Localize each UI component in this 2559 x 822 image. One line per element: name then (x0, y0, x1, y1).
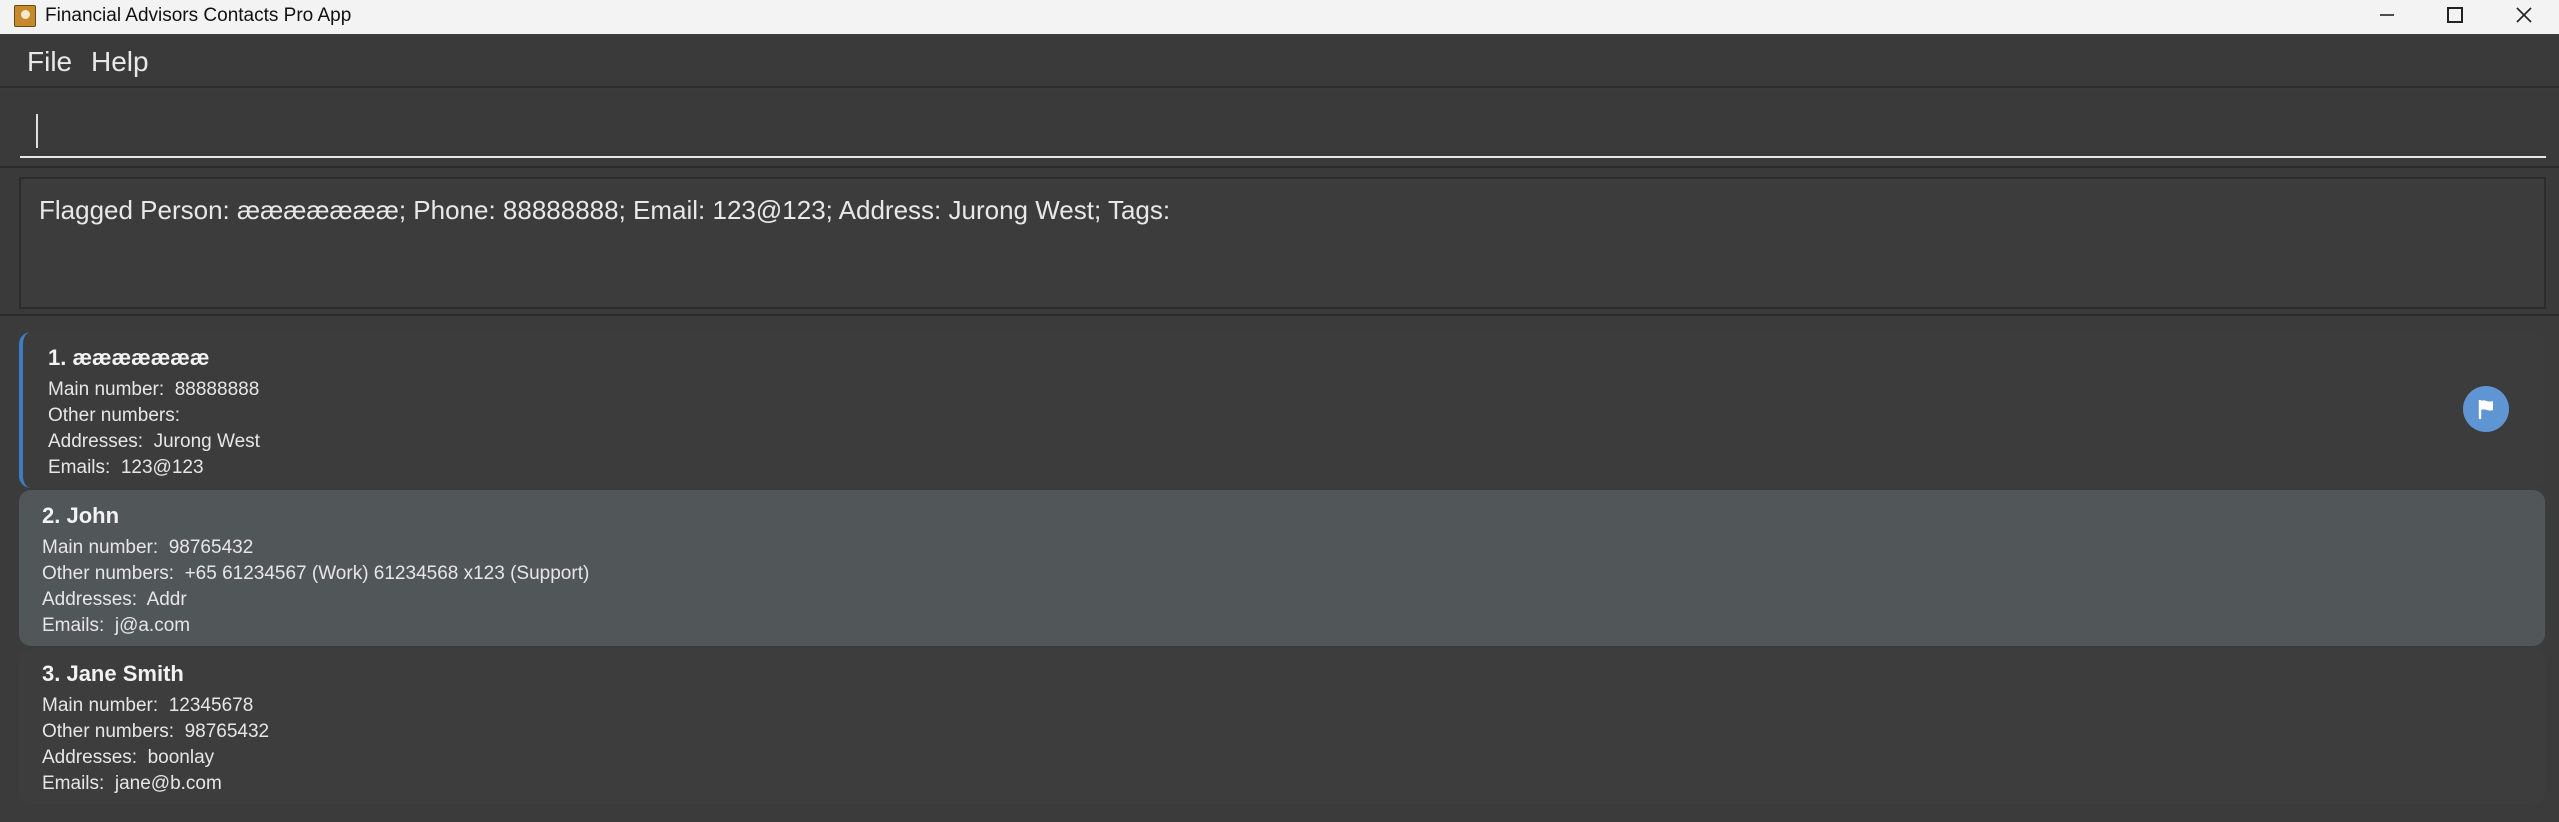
addresses-label: Addresses: (42, 589, 138, 610)
close-button[interactable] (2489, 0, 2559, 30)
addresses-row: Addresses: boonlay (42, 746, 214, 770)
addresses-label: Addresses: (42, 747, 138, 768)
person-card[interactable]: 3. Jane Smith Main number: 12345678 Othe… (19, 648, 2545, 804)
person-name: 2. John (42, 503, 120, 528)
command-input[interactable] (20, 100, 2546, 158)
result-display-area: Flagged Person: æææææææ; Phone: 88888888… (0, 166, 2559, 316)
addresses-label: Addresses: (48, 431, 144, 452)
main-number-row: Main number: 98765432 (42, 536, 253, 560)
main-number-value: 12345678 (168, 695, 254, 716)
person-name: 3. Jane Smith (42, 661, 184, 686)
maximize-icon (2447, 7, 2463, 23)
emails-label: Emails: (42, 773, 105, 794)
main-number-row: Main number: 88888888 (48, 378, 259, 402)
minimize-icon (2380, 14, 2394, 16)
addresses-value: Addr (146, 589, 187, 610)
addresses-row: Addresses: Jurong West (48, 430, 260, 454)
emails-value: j@a.com (114, 615, 191, 636)
addresses-value: boonlay (147, 747, 215, 768)
menu-help[interactable]: Help (91, 46, 149, 78)
other-numbers-row: Other numbers: 98765432 (42, 720, 269, 744)
person-name: 1. æææææææ (48, 345, 210, 370)
main-number-row: Main number: 12345678 (42, 694, 253, 718)
emails-label: Emails: (42, 615, 105, 636)
other-numbers-value: 98765432 (184, 721, 270, 742)
other-numbers-row: Other numbers: +65 61234567 (Work) 61234… (42, 562, 589, 586)
close-icon (2516, 7, 2532, 23)
other-numbers-label: Other numbers: (42, 721, 174, 742)
maximize-button[interactable] (2420, 0, 2490, 30)
addresses-value: Jurong West (153, 431, 260, 452)
menu-bar: File Help (0, 34, 2559, 88)
main-number-label: Main number: (42, 695, 159, 716)
other-numbers-label: Other numbers: (42, 563, 174, 584)
other-numbers-value: +65 61234567 (Work) 61234568 x123 (Suppo… (184, 563, 590, 584)
main-number-label: Main number: (42, 537, 159, 558)
person-list[interactable]: 1. æææææææ Main number: 88888888 Other n… (0, 318, 2559, 822)
command-box-area (0, 90, 2559, 166)
flag-button[interactable] (2463, 386, 2509, 432)
other-numbers-row: Other numbers: (48, 404, 185, 428)
emails-row: Emails: j@a.com (42, 614, 190, 638)
minimize-button[interactable] (2352, 0, 2422, 30)
emails-row: Emails: 123@123 (48, 456, 204, 480)
main-number-label: Main number: (48, 379, 165, 400)
other-numbers-label: Other numbers: (48, 405, 180, 426)
contacts-app-icon (14, 5, 36, 27)
addresses-row: Addresses: Addr (42, 588, 187, 612)
main-number-value: 98765432 (168, 537, 254, 558)
emails-value: jane@b.com (114, 773, 222, 794)
person-card[interactable]: 2. John Main number: 98765432 Other numb… (19, 490, 2545, 646)
emails-value: 123@123 (120, 457, 204, 478)
menu-file[interactable]: File (27, 46, 72, 78)
title-bar: Financial Advisors Contacts Pro App (0, 0, 2559, 34)
emails-row: Emails: jane@b.com (42, 772, 222, 796)
main-number-value: 88888888 (174, 379, 260, 400)
result-display: Flagged Person: æææææææ; Phone: 88888888… (19, 177, 2546, 309)
text-caret (36, 114, 38, 148)
flag-icon (2478, 400, 2493, 419)
person-card[interactable]: 1. æææææææ Main number: 88888888 Other n… (19, 332, 2545, 488)
result-text: Flagged Person: æææææææ; Phone: 88888888… (39, 195, 1171, 225)
emails-label: Emails: (48, 457, 111, 478)
window-title: Financial Advisors Contacts Pro App (45, 5, 352, 26)
